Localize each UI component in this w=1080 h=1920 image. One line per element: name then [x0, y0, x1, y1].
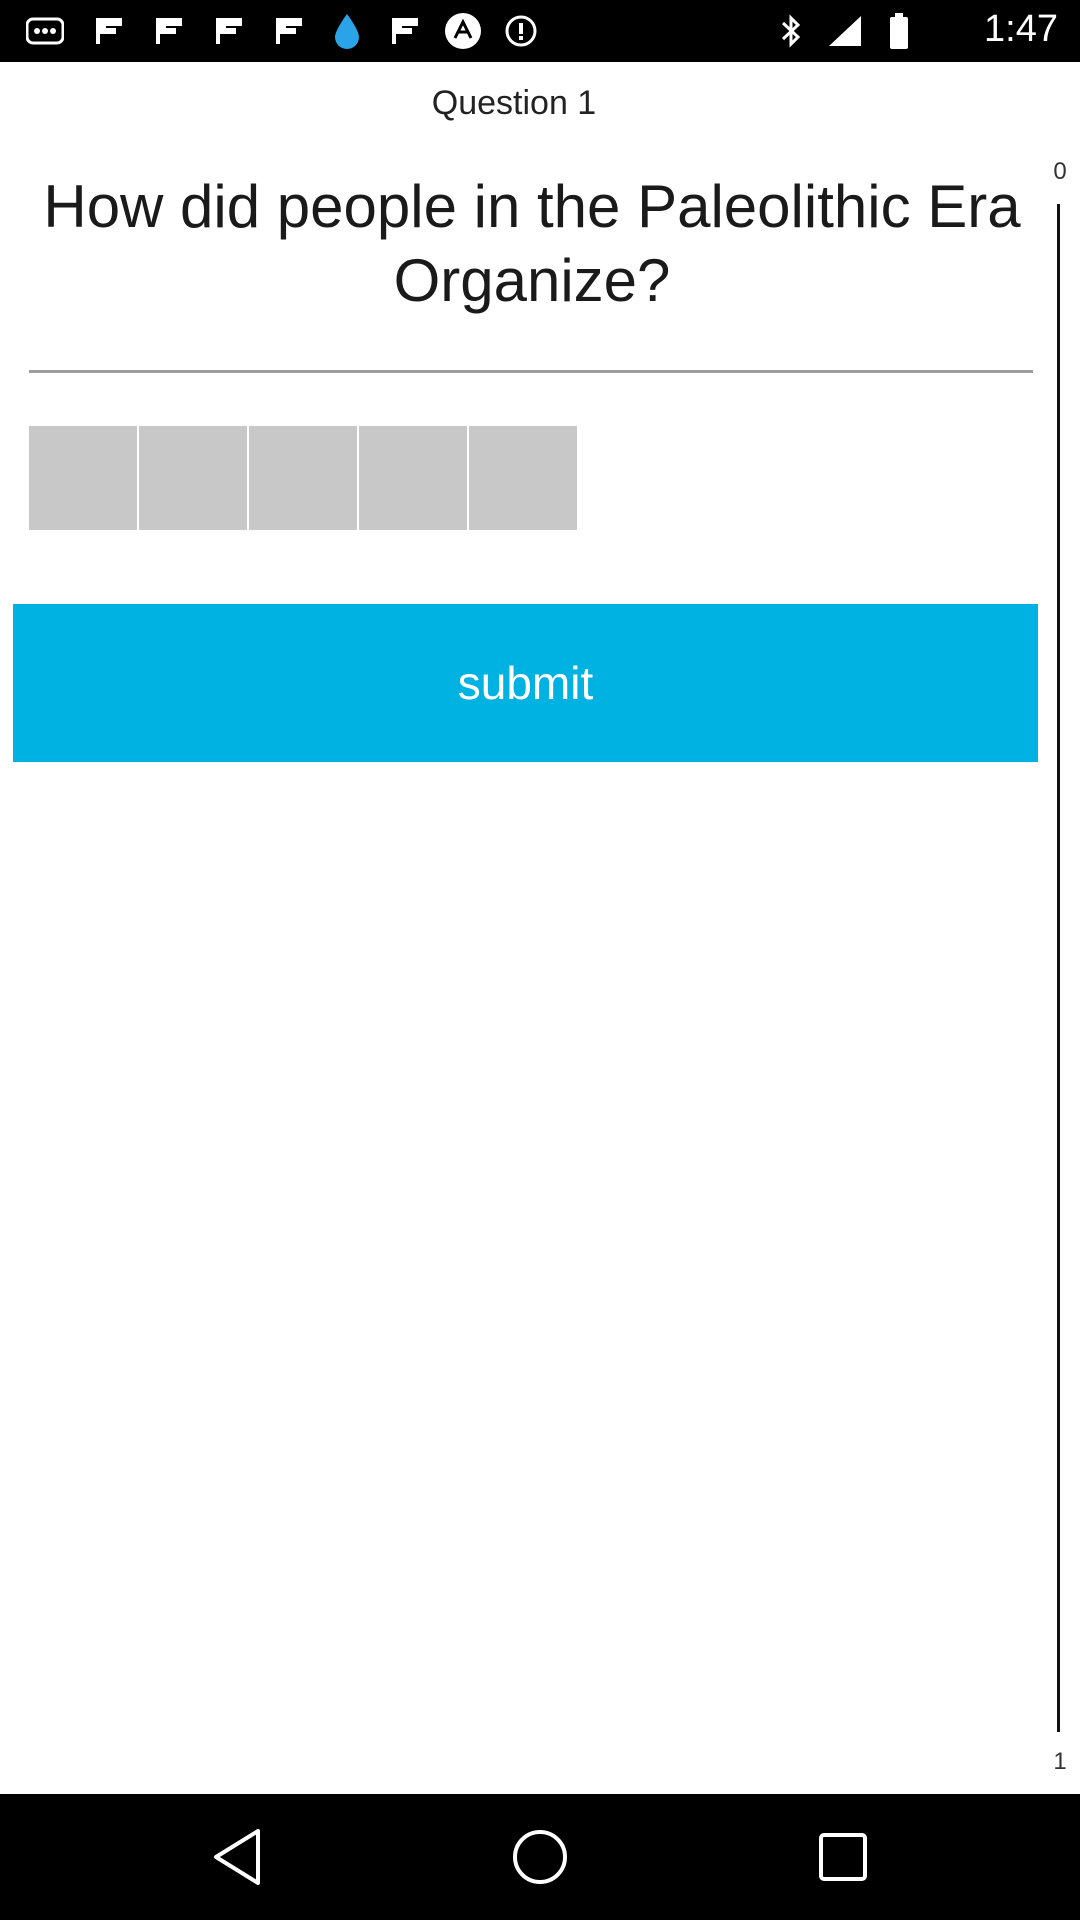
flipboard-icon: [386, 12, 424, 50]
flipboard-icon: [150, 12, 188, 50]
status-bar: 1:47: [0, 0, 1080, 62]
bluetooth-icon: [772, 12, 810, 50]
recents-icon[interactable]: [808, 1822, 878, 1892]
back-icon[interactable]: [202, 1822, 272, 1892]
flipboard-icon: [270, 12, 308, 50]
navigation-bar: [0, 1794, 1080, 1920]
answer-box[interactable]: [139, 426, 247, 530]
question-text: How did people in the Paleolithic Era Or…: [43, 173, 1021, 314]
progress-end-label: 1: [1053, 1748, 1067, 1775]
battery-icon: [880, 12, 918, 50]
status-time: 1:47: [984, 8, 1058, 50]
flipboard-icon: [210, 12, 248, 50]
signal-icon: [826, 12, 864, 50]
app-logo-icon: [444, 12, 482, 50]
alert-icon: [502, 12, 540, 50]
home-icon[interactable]: [505, 1822, 575, 1892]
question-number-label: Question 1: [431, 84, 597, 122]
water-drop-icon: [328, 12, 366, 50]
answer-letter-boxes: [29, 426, 577, 530]
progress-start-label: 0: [1053, 158, 1067, 185]
quiz-screen: Question 1 How did people in the Paleoli…: [0, 62, 1080, 1794]
divider: [29, 370, 1033, 373]
submit-button[interactable]: submit: [13, 604, 1038, 762]
answer-box[interactable]: [29, 426, 137, 530]
answer-box[interactable]: [249, 426, 357, 530]
progress-track: [1057, 204, 1060, 1732]
answer-box[interactable]: [359, 426, 467, 530]
more-dots-icon: [26, 12, 64, 50]
answer-box[interactable]: [469, 426, 577, 530]
flipboard-icon: [90, 12, 128, 50]
